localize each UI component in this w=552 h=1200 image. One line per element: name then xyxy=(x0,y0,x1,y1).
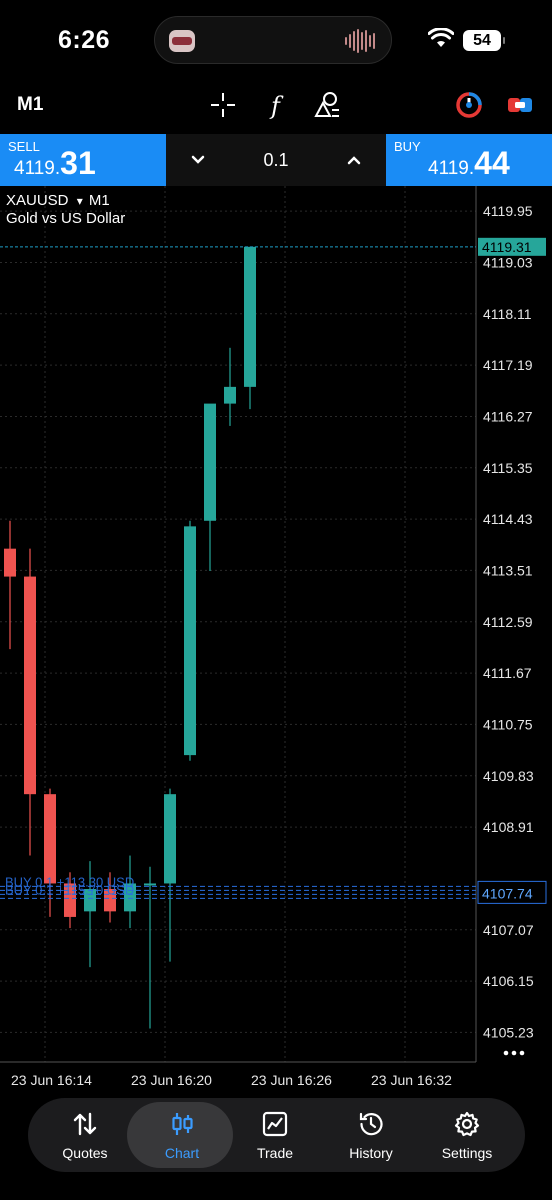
sell-price: 4119.31 xyxy=(14,145,96,181)
history-clock-icon xyxy=(322,1110,420,1138)
symbol-name: XAUUSD xyxy=(6,192,69,209)
current-price-label: 4119.31 xyxy=(482,239,532,255)
gear-icon xyxy=(418,1110,516,1138)
y-axis-tick-label: 4114.43 xyxy=(483,511,533,527)
wifi-icon xyxy=(427,27,455,53)
symbol-timeframe: M1 xyxy=(88,192,110,209)
y-axis-tick-label: 4105.23 xyxy=(483,1024,534,1040)
y-axis-tick-label: 4119.03 xyxy=(483,254,533,270)
nav-trade[interactable]: Trade xyxy=(226,1098,324,1172)
nav-settings[interactable]: Settings xyxy=(418,1098,516,1172)
y-axis-tick-label: 4112.59 xyxy=(483,614,533,630)
audio-waveform-icon xyxy=(345,29,375,53)
more-options-icon[interactable] xyxy=(502,1048,526,1058)
nav-history-label: History xyxy=(349,1145,393,1161)
lot-size-control: 0.1 xyxy=(166,134,386,186)
buy-price: 4119.44 xyxy=(428,145,510,181)
crosshair-icon[interactable] xyxy=(208,90,238,120)
candlestick-chart-svg[interactable]: 4119.95 4119.03 4118.11 4117.19 4116.27 4115.… xyxy=(0,186,552,1096)
candlestick-icon xyxy=(133,1110,231,1138)
bullish-candle xyxy=(144,883,156,886)
one-click-trade-panel: SELL 4119.31 0.1 BUY 4119.44 xyxy=(0,134,552,186)
price-chart[interactable]: 4119.95 4119.03 4118.11 4117.19 4116.27 4115.… xyxy=(0,186,552,1096)
x-axis-tick-label: 23 Jun 16:14 xyxy=(11,1072,92,1088)
y-axis-tick-label: 4113.51 xyxy=(483,562,533,578)
bullish-candle xyxy=(224,386,236,404)
bullish-candle xyxy=(164,794,176,884)
bullish-candle xyxy=(204,403,216,521)
nav-history[interactable]: History xyxy=(322,1098,420,1172)
x-axis-tick-label: 23 Jun 16:26 xyxy=(251,1072,332,1088)
quotes-arrows-icon xyxy=(36,1110,134,1138)
y-axis-tick-label: 4110.75 xyxy=(483,716,533,732)
bullish-candle xyxy=(184,526,196,756)
drawing-objects-icon[interactable] xyxy=(312,90,342,120)
bottom-navigation: Quotes Chart Trade History Settings xyxy=(28,1098,525,1172)
nav-quotes[interactable]: Quotes xyxy=(36,1098,134,1172)
increase-lot-chevron-icon[interactable] xyxy=(344,150,364,170)
y-axis-tick-label: 4107.07 xyxy=(483,922,534,938)
y-axis-tick-label: 4108.91 xyxy=(483,819,534,835)
y-axis-tick-label: 4118.11 xyxy=(483,306,532,322)
trade-panel-toggle-icon[interactable] xyxy=(505,90,535,120)
battery-indicator: 54 xyxy=(463,30,505,51)
symbol-dropdown-icon: ▾ xyxy=(76,194,83,208)
bearish-candle xyxy=(24,576,36,795)
x-axis-tick-label: 23 Jun 16:20 xyxy=(131,1072,212,1088)
bearish-candle xyxy=(4,548,16,577)
y-axis-tick-label: 4111.67 xyxy=(483,665,532,681)
y-axis-tick-label: 4119.95 xyxy=(483,203,533,219)
svg-text:f: f xyxy=(269,92,284,119)
symbol-description: Gold vs US Dollar xyxy=(6,210,126,227)
y-axis-tick-label: 4116.27 xyxy=(483,408,533,424)
status-bar: 6:26 54 xyxy=(0,0,552,80)
nav-quotes-label: Quotes xyxy=(62,1145,108,1161)
bullish-candle xyxy=(244,246,256,387)
position-label: BUY 0.1 +115.70 USD xyxy=(5,882,134,897)
nav-chart[interactable]: Chart xyxy=(127,1098,233,1172)
y-axis-tick-label: 4115.35 xyxy=(483,460,533,476)
position-price-label: 4107.74 xyxy=(482,885,533,901)
y-axis-tick-label: 4109.83 xyxy=(483,768,534,784)
buy-label: BUY xyxy=(394,139,421,154)
indicators-function-icon[interactable]: f xyxy=(262,90,292,120)
nav-trade-label: Trade xyxy=(256,1145,294,1161)
bearish-candle xyxy=(44,794,56,884)
x-axis-tick-label: 23 Jun 16:32 xyxy=(371,1072,452,1088)
timeframe-button[interactable]: M1 xyxy=(17,94,43,116)
sell-button[interactable]: SELL 4119.31 xyxy=(0,134,166,186)
now-playing-artwork-icon xyxy=(169,30,195,52)
status-time: 6:26 xyxy=(58,26,111,54)
chart-toolbar: M1 f xyxy=(0,84,552,128)
nav-settings-label: Settings xyxy=(441,1145,493,1161)
dynamic-island[interactable] xyxy=(154,16,392,64)
nav-chart-label: Chart xyxy=(164,1145,200,1161)
one-click-trading-icon[interactable] xyxy=(454,90,484,120)
y-axis-tick-label: 4117.19 xyxy=(483,357,533,373)
buy-button[interactable]: BUY 4119.44 xyxy=(386,134,552,186)
y-axis-tick-label: 4106.15 xyxy=(483,973,534,989)
chart-symbol: XAUUSD ▾ M1 xyxy=(6,192,110,209)
trade-chart-icon xyxy=(226,1110,324,1138)
